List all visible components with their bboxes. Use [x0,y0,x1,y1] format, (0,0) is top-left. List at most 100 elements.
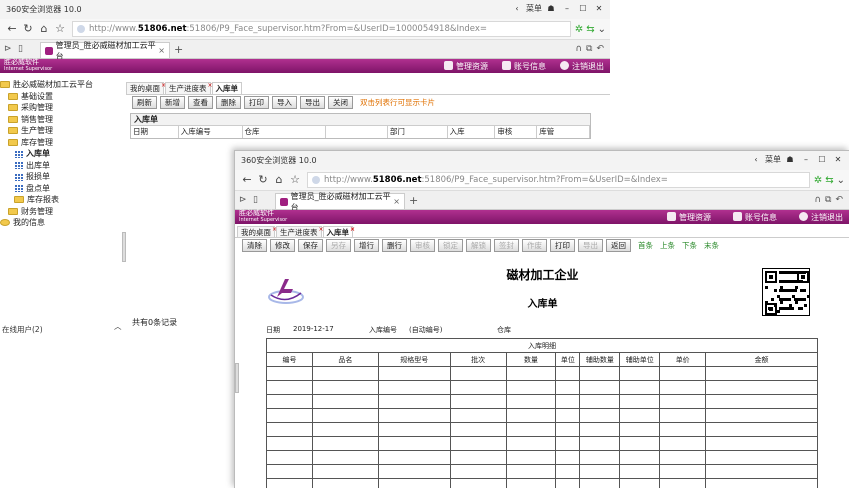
tree-item-myinfo[interactable]: 我的信息 [0,217,122,229]
minimize-icon[interactable]: – [799,153,813,167]
home-icon[interactable]: ⌂ [36,21,52,37]
table-cell[interactable] [449,366,507,381]
table-cell[interactable] [449,464,507,479]
table-cell[interactable] [619,408,661,423]
toolbar-button[interactable]: 刷新 [132,96,157,109]
table-cell[interactable] [659,366,707,381]
minimize-icon[interactable]: – [560,2,574,16]
toolbar-button[interactable]: 修改 [270,239,295,252]
table-cell[interactable] [266,394,313,409]
doc-icon[interactable]: ▯ [18,44,32,54]
table-cell[interactable] [266,366,313,381]
table-cell[interactable] [505,436,557,451]
dropdown-icon[interactable]: ⌄ [598,24,606,35]
maximize-icon[interactable]: ☐ [815,153,829,167]
table-cell[interactable] [555,478,581,488]
refresh-icon[interactable]: ↻ [20,21,36,37]
menu-icon[interactable]: ‹ [510,2,524,16]
menu-button[interactable]: 菜单 [765,153,781,167]
translate-icon[interactable]: ⇆ [586,24,594,35]
nav-link[interactable]: 末条 [704,240,719,251]
table-cell[interactable] [555,366,581,381]
table-row[interactable] [266,450,818,465]
tree-item-inventory[interactable]: 库存管理 [0,137,122,149]
toolbar-button[interactable]: 打印 [550,239,575,252]
logout-link[interactable]: 注销退出 [560,61,604,72]
table-cell[interactable] [619,394,661,409]
toolbar-button[interactable]: 删除 [216,96,241,109]
toolbar-button[interactable]: 保存 [298,239,323,252]
table-cell[interactable] [705,478,818,488]
table-cell[interactable] [311,450,379,465]
toolbar-button[interactable]: 清除 [242,239,267,252]
tree-sub-report[interactable]: 库存报表 [0,194,122,206]
table-cell[interactable] [659,422,707,437]
table-cell[interactable] [377,394,451,409]
dropdown-icon[interactable]: ⌄ [837,175,845,186]
browser-tab[interactable]: 管理员_胜必威磁材加工云平台 × [275,192,405,212]
url-input[interactable]: http://www. 51806.net:51806/P9_Face_super… [72,21,571,37]
table-row[interactable] [266,394,818,409]
online-users[interactable]: 在线用户(2) ︿ [2,322,122,335]
table-cell[interactable] [311,478,379,488]
table-row[interactable] [266,464,818,479]
table-cell[interactable] [377,366,451,381]
nav-link[interactable]: 下条 [682,240,697,251]
logout-link[interactable]: 注销退出 [799,212,843,223]
tree-item-finance[interactable]: 财务管理 [0,206,122,218]
table-cell[interactable] [311,408,379,423]
doc-icon[interactable]: ▯ [253,195,267,205]
table-cell[interactable] [659,408,707,423]
column-header[interactable] [326,126,388,138]
tree-item-basic[interactable]: 基础设置 [0,91,122,103]
table-cell[interactable] [579,436,621,451]
table-cell[interactable] [505,478,557,488]
column-header[interactable]: 仓库 [243,126,327,138]
table-cell[interactable] [555,394,581,409]
table-cell[interactable] [579,408,621,423]
table-cell[interactable] [659,394,707,409]
undo-icon[interactable]: ↶ [596,44,604,54]
table-cell[interactable] [579,394,621,409]
manage-resources-link[interactable]: 管理资源 [444,61,488,72]
new-tab-button[interactable]: + [174,43,183,56]
toolbar-button[interactable]: 导入 [272,96,297,109]
table-cell[interactable] [555,380,581,395]
table-cell[interactable] [579,366,621,381]
table-row[interactable] [266,436,818,451]
table-row[interactable] [266,380,818,395]
table-cell[interactable] [505,464,557,479]
url-input[interactable]: http://www. 51806.net:51806/P9_Face_super… [307,172,810,188]
table-cell[interactable] [619,478,661,488]
table-cell[interactable] [659,464,707,479]
table-cell[interactable] [705,464,818,479]
toolbar-button[interactable]: 查看 [188,96,213,109]
column-header[interactable]: 部门 [388,126,448,138]
toolbar-button[interactable]: 增行 [354,239,379,252]
toolbar-button[interactable]: 新增 [160,96,185,109]
table-cell[interactable] [705,422,818,437]
table-cell[interactable] [579,380,621,395]
table-cell[interactable] [266,436,313,451]
table-cell[interactable] [505,450,557,465]
table-cell[interactable] [311,380,379,395]
plugin-icon[interactable]: ✲ [814,175,822,186]
headset-icon[interactable]: ∩ [814,195,821,205]
table-cell[interactable] [266,380,313,395]
table-cell[interactable] [659,450,707,465]
browser-tab[interactable]: 管理员_胜必威磁材加工云平台 × [40,41,170,61]
tree-item-purchase[interactable]: 采购管理 [0,102,122,114]
table-cell[interactable] [266,478,313,488]
table-cell[interactable] [311,422,379,437]
back-icon[interactable]: ← [239,172,255,188]
table-cell[interactable] [449,436,507,451]
column-header[interactable]: 库管 [537,126,590,138]
close-icon[interactable]: ✕ [592,2,606,16]
star-icon[interactable]: ☆ [52,21,68,37]
tab-inbound[interactable]: 入库单 [211,82,242,94]
table-cell[interactable] [377,464,451,479]
tree-item-production[interactable]: 生产管理 [0,125,122,137]
table-cell[interactable] [505,394,557,409]
tab-production-progress[interactable]: 生产进度表 × [165,82,213,94]
toolbar-button[interactable]: 关闭 [328,96,353,109]
